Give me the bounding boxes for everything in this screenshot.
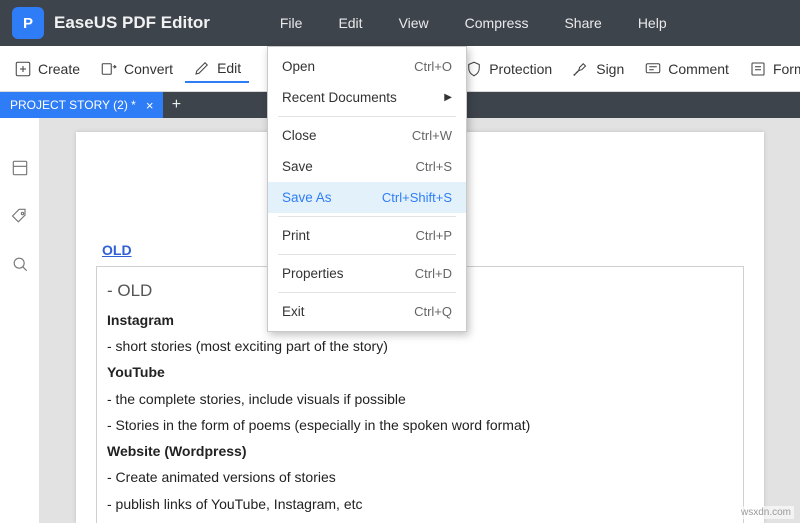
menuitem-save-label: Save xyxy=(282,159,313,174)
tag-icon[interactable] xyxy=(10,206,30,226)
menuitem-save-as-label: Save As xyxy=(282,190,332,205)
menuitem-close-label: Close xyxy=(282,128,317,143)
menuitem-properties-label: Properties xyxy=(282,266,344,281)
menuitem-exit-shortcut: Ctrl+Q xyxy=(414,304,452,319)
tool-convert-label: Convert xyxy=(124,61,173,77)
menuitem-close-shortcut: Ctrl+W xyxy=(412,128,452,143)
menu-separator xyxy=(278,216,456,217)
tool-protection-label: Protection xyxy=(489,61,552,77)
menuitem-print-label: Print xyxy=(282,228,310,243)
menuitem-open-shortcut: Ctrl+O xyxy=(414,59,452,74)
doc-line-yt2: - Stories in the form of poems (especial… xyxy=(107,415,733,435)
tool-forms-label: Forms xyxy=(773,61,800,77)
tool-comment-label: Comment xyxy=(668,61,729,77)
tool-create[interactable]: Create xyxy=(6,56,88,82)
doc-line-w1: - Create animated versions of stories xyxy=(107,467,733,487)
tool-create-label: Create xyxy=(38,61,80,77)
menuitem-recent-label: Recent Documents xyxy=(282,90,397,105)
doc-line-ig: - short stories (most exciting part of t… xyxy=(107,336,733,356)
menuitem-save[interactable]: Save Ctrl+S xyxy=(268,151,466,182)
thumbnails-icon[interactable] xyxy=(10,158,30,178)
menu-separator xyxy=(278,254,456,255)
form-icon xyxy=(749,60,767,78)
menuitem-save-as-shortcut: Ctrl+Shift+S xyxy=(382,190,452,205)
menuitem-properties-shortcut: Ctrl+D xyxy=(415,266,452,281)
menuitem-exit[interactable]: Exit Ctrl+Q xyxy=(268,296,466,327)
menuitem-close[interactable]: Close Ctrl+W xyxy=(268,120,466,151)
menuitem-open[interactable]: Open Ctrl+O xyxy=(268,51,466,82)
tool-convert[interactable]: Convert xyxy=(92,56,181,82)
menuitem-save-as[interactable]: Save As Ctrl+Shift+S xyxy=(268,182,466,213)
shield-icon xyxy=(465,60,483,78)
menuitem-recent-documents[interactable]: Recent Documents ▶ xyxy=(268,82,466,113)
menuitem-save-shortcut: Ctrl+S xyxy=(416,159,452,174)
app-title: EaseUS PDF Editor xyxy=(54,13,210,33)
menu-file[interactable]: File xyxy=(280,15,303,31)
menu-separator xyxy=(278,116,456,117)
menu-help[interactable]: Help xyxy=(638,15,667,31)
doc-line-w2: - publish links of YouTube, Instagram, e… xyxy=(107,494,733,514)
watermark: wsxdn.com xyxy=(738,506,794,519)
app-logo: P xyxy=(12,7,44,39)
tool-forms[interactable]: Forms xyxy=(741,56,800,82)
search-icon[interactable] xyxy=(10,254,30,274)
doc-h-website: Website (Wordpress) xyxy=(107,441,733,461)
menu-edit[interactable]: Edit xyxy=(338,15,362,31)
document-tab[interactable]: PROJECT STORY (2) * × xyxy=(0,92,163,118)
menuitem-exit-label: Exit xyxy=(282,304,305,319)
pen-icon xyxy=(572,60,590,78)
side-panel xyxy=(0,118,40,523)
file-dropdown-menu: Open Ctrl+O Recent Documents ▶ Close Ctr… xyxy=(267,46,467,332)
tool-edit[interactable]: Edit xyxy=(185,55,249,83)
tool-sign-label: Sign xyxy=(596,61,624,77)
pencil-icon xyxy=(193,59,211,77)
convert-icon xyxy=(100,60,118,78)
menu-compress[interactable]: Compress xyxy=(465,15,529,31)
title-bar: P EaseUS PDF Editor File Edit View Compr… xyxy=(0,0,800,46)
menuitem-print-shortcut: Ctrl+P xyxy=(416,228,452,243)
comment-icon xyxy=(644,60,662,78)
submenu-arrow-icon: ▶ xyxy=(444,92,452,103)
doc-link-old[interactable]: OLD xyxy=(102,242,132,258)
doc-h-youtube: YouTube xyxy=(107,362,733,382)
menu-separator xyxy=(278,292,456,293)
menuitem-print[interactable]: Print Ctrl+P xyxy=(268,220,466,251)
tool-edit-label: Edit xyxy=(217,60,241,76)
document-tab-title: PROJECT STORY (2) * xyxy=(10,98,136,112)
tab-add-button[interactable]: + xyxy=(163,92,189,118)
tool-sign[interactable]: Sign xyxy=(564,56,632,82)
menuitem-properties[interactable]: Properties Ctrl+D xyxy=(268,258,466,289)
tab-close-icon[interactable]: × xyxy=(146,98,154,113)
menuitem-open-label: Open xyxy=(282,59,315,74)
plus-square-icon xyxy=(14,60,32,78)
menu-bar: File Edit View Compress Share Help xyxy=(280,15,667,31)
tool-comment[interactable]: Comment xyxy=(636,56,737,82)
tool-protection[interactable]: Protection xyxy=(457,56,560,82)
doc-line-yt1: - the complete stories, include visuals … xyxy=(107,389,733,409)
menu-view[interactable]: View xyxy=(399,15,429,31)
menu-share[interactable]: Share xyxy=(564,15,601,31)
